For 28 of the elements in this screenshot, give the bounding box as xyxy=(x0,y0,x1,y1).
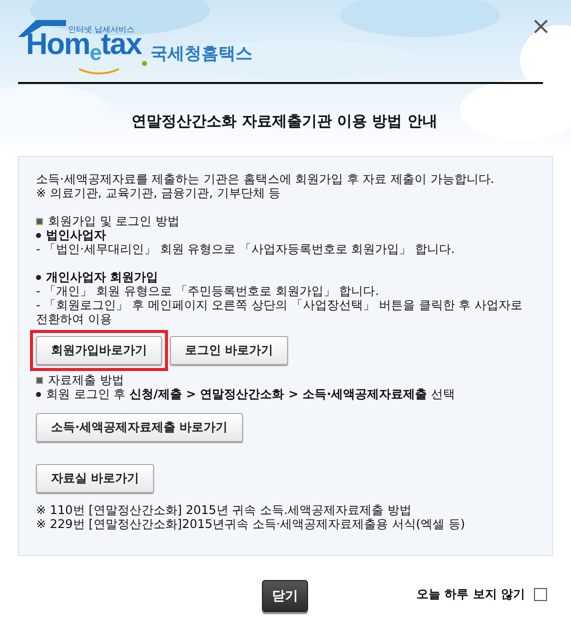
smile-arc-icon xyxy=(78,68,120,76)
info-text: - 「개인」 회원 유형으로 「주민등록번호로 회원가입」 합니다. xyxy=(36,284,380,298)
dot-icon xyxy=(142,61,148,66)
checkbox[interactable] xyxy=(534,588,547,600)
close-button[interactable]: 닫기 xyxy=(262,580,308,612)
info-text: ※ 의료기관, 교육기관, 금융기관, 기부단체 등 xyxy=(36,186,282,200)
checkbox-label: 오늘 하루 보지 않기 xyxy=(416,586,525,602)
link-button[interactable]: 소득·세액공제자료제출 바로가기 xyxy=(36,413,243,442)
link-button[interactable]: 자료실 바로가기 xyxy=(36,464,154,493)
dialog-title: 연말정산간소화 자료제출기관 이용 방법 안내 xyxy=(130,112,438,131)
bullet-dot-icon xyxy=(36,274,41,280)
bullet-dot-icon xyxy=(36,232,41,238)
info-text: ※ 110번 [연말정산간소화] 2015년 귀속 소득.세액공제자료제출 방법 xyxy=(36,503,413,517)
info-text: - 「법인·세무대리인」 회원 유형으로 「사업자등록번호로 회원가입」 합니다. xyxy=(36,242,456,256)
link-button[interactable]: 로그인 바로가기 xyxy=(170,336,288,365)
bullet-dot-icon xyxy=(36,392,41,396)
info-text: ※ 229번 [연말정산간소화]2015년귀속 소득·세액공제자료제출용 서식(엑셀 등) xyxy=(36,517,466,531)
logo-name: 국세청홈택스 xyxy=(150,44,252,64)
square-bullet-icon xyxy=(36,218,43,224)
section-heading: 자료제출 방법 xyxy=(48,373,124,387)
square-bullet-icon xyxy=(36,376,43,384)
instruction-text: 회원 로그인 후 신청/제출 > 연말정산간소화 > 소득·세액공제자료제출 선택 xyxy=(46,387,456,401)
info-text: - 「회원로그인」 후 메인페이지 오른쪽 상단의 「사업장선택」 버튼을 클릭한 후 사업자로 전환하여 이용 xyxy=(36,298,524,326)
subheading: 법인사업자 xyxy=(46,228,106,242)
subheading: 개인사업자 회원가입 xyxy=(46,270,158,284)
info-text: 소득·세액공제자료를 제출하는 기관은 홈택스에 회원가입 후 자료 제출이 가능합니다. xyxy=(36,172,496,186)
section-heading: 회원가입 및 로그인 방법 xyxy=(48,214,180,228)
link-button[interactable]: 회원가입바로가기 xyxy=(36,336,162,365)
